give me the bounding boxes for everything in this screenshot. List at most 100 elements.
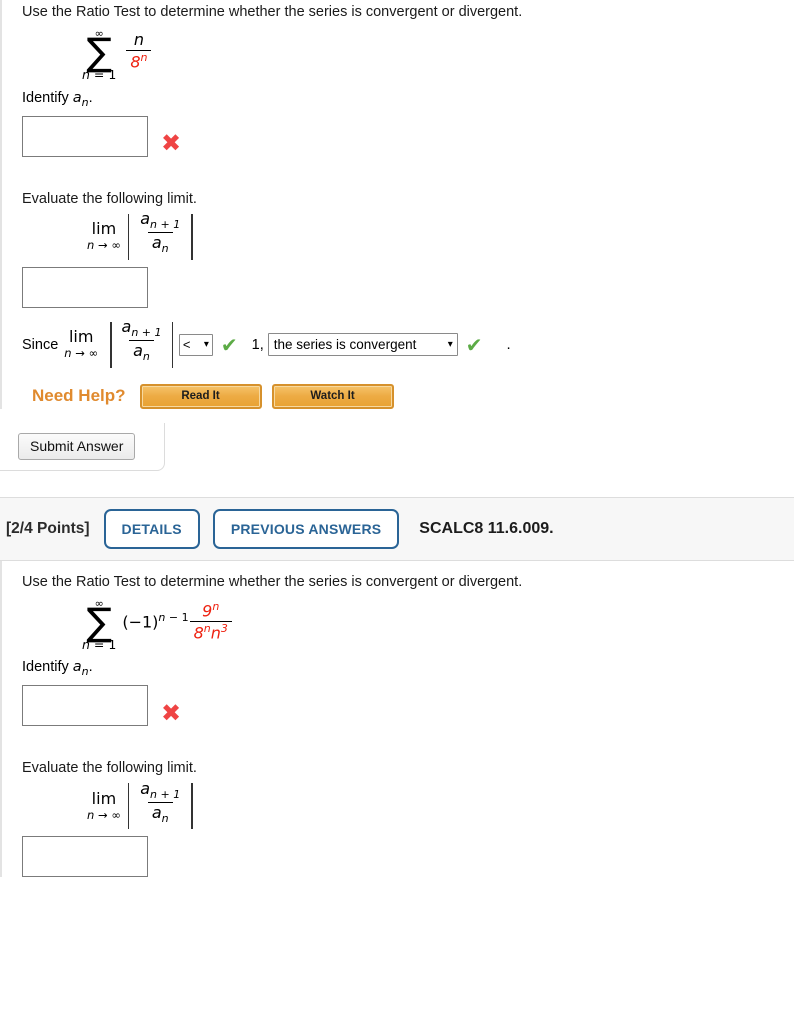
problem-2-body: Use the Ratio Test to determine whether … <box>0 560 794 878</box>
limit-subscript: n → ∞ <box>87 240 121 252</box>
ratio-num-var: a <box>140 209 151 229</box>
problem-2-header: [2/4 Points] DETAILS PREVIOUS ANSWERS SC… <box>0 496 794 561</box>
numerator-base-2: 9 <box>202 600 213 620</box>
limit-subscript-2: n → ∞ <box>87 807 121 822</box>
series-term-fraction: n 8n <box>126 30 152 72</box>
since-limit-arrow: → <box>71 346 89 361</box>
problem-1-series-expression: ∞ ∑ n = 1 n 8n <box>22 22 794 88</box>
conclusion-value: the series is convergent <box>273 337 417 353</box>
identify-text-2: Identify <box>22 659 73 676</box>
since-limit-var: n <box>64 346 72 361</box>
points-badge: [2/4 Points] <box>6 519 90 537</box>
identify-var-subscript: n <box>81 95 89 109</box>
den-base-n: n <box>210 622 221 642</box>
incorrect-x-icon: ✖ <box>161 129 182 158</box>
since-limit-operator: lim n → ∞ <box>64 329 98 360</box>
summation-symbol: ∞ ∑ n = 1 <box>82 28 116 82</box>
fraction-denominator-2: 8nn3 <box>189 620 232 643</box>
since-limit-subscript: n → ∞ <box>64 348 98 360</box>
comparator-value: < <box>182 337 191 353</box>
problem-1-need-help-row: Need Help? Read It Watch It <box>22 383 794 409</box>
identify-answer-input[interactable] <box>22 115 148 157</box>
problem-1-identify-label: Identify an. <box>22 90 794 109</box>
series-term-fraction-2: 9n 8nn3 <box>189 599 232 643</box>
limit-infinity: ∞ <box>111 238 121 253</box>
submit-answer-button[interactable]: Submit Answer <box>18 432 136 460</box>
fraction-denominator: 8n <box>126 49 152 72</box>
limit-infinity-2: ∞ <box>111 807 121 822</box>
summation-start-value: 1 <box>108 67 117 83</box>
problem-1-body: Use the Ratio Test to determine whether … <box>0 0 794 409</box>
problem-1-prompt: Use the Ratio Test to determine whether … <box>22 4 523 20</box>
summation-index-var-2: n <box>82 636 90 652</box>
abs-bar-right-2 <box>191 783 193 830</box>
limit-arrow: → <box>94 238 112 253</box>
prefix-exp-minus: − <box>165 611 182 625</box>
comparator-select[interactable]: < ▾ <box>178 333 213 356</box>
limit-answer-input-2[interactable] <box>22 836 148 878</box>
since-label: Since <box>22 336 59 353</box>
identify-text: Identify <box>22 89 73 106</box>
abs-bar-left-2 <box>127 783 130 830</box>
summation-lower-limit: n = 1 <box>82 67 117 83</box>
ratio-num-subscript-2: n + 1 <box>150 788 181 802</box>
since-ratio-denominator: an <box>129 340 154 364</box>
ratio-numerator: an + 1 <box>136 209 184 232</box>
conclusion-select[interactable]: the series is convergent ▾ <box>267 333 458 357</box>
limit-word: lim <box>91 219 117 239</box>
problem-2-evaluate-prompt: Evaluate the following limit. <box>22 760 197 777</box>
problem-2-identify-label: Identify an. <box>22 659 794 678</box>
problem-2-series-expression: ∞ ∑ n = 1 (−1)n − 1 9n 8nn3 <box>22 591 794 657</box>
summation-index-var: n <box>82 67 90 83</box>
since-abs-bar-right <box>171 321 173 368</box>
denominator-exponent: n <box>140 50 148 64</box>
sigma-icon: ∑ <box>86 30 112 75</box>
chevron-down-icon-2: ▾ <box>447 339 453 351</box>
comparator-correct-check-icon: ✔ <box>220 332 238 357</box>
prefix-minus-one: −1 <box>128 612 153 632</box>
problem-2-limit-answer-row <box>22 836 794 878</box>
den-base-8: 8 <box>193 622 204 642</box>
since-period: . <box>506 336 511 354</box>
problem-1-submit-container: Submit Answer <box>0 422 165 471</box>
identify-period: . <box>88 89 93 106</box>
details-button[interactable]: DETAILS <box>103 508 200 549</box>
fraction-numerator: n <box>133 30 144 50</box>
problem-2-limit-expression: lim n → ∞ an + 1 an <box>22 778 794 834</box>
ratio-num-subscript: n + 1 <box>150 218 181 232</box>
problem-2-prompt: Use the Ratio Test to determine whether … <box>22 573 523 590</box>
previous-answers-button[interactable]: PREVIOUS ANSWERS <box>212 508 400 549</box>
summation-eq-2: = <box>89 636 109 652</box>
numerator-exponent-2: n <box>212 599 220 613</box>
limit-answer-input[interactable] <box>22 266 148 308</box>
read-it-button[interactable]: Read It <box>139 383 262 409</box>
limit-ratio-fraction-2: an + 1 an <box>136 778 184 826</box>
limit-operator: lim n → ∞ <box>87 221 121 252</box>
abs-bar-left <box>127 213 130 260</box>
ratio-den-var-2: a <box>151 802 162 822</box>
since-den-subscript: n <box>142 350 150 364</box>
identify-var: a <box>72 89 82 106</box>
chevron-down-icon: ▾ <box>203 339 209 351</box>
section-gap <box>0 470 794 497</box>
ratio-den-var: a <box>151 233 162 253</box>
den-exp-3: 3 <box>220 621 228 635</box>
watch-it-button[interactable]: Watch It <box>271 383 394 409</box>
since-limit-infinity: ∞ <box>88 346 99 361</box>
problem-1-evaluate-prompt: Evaluate the following limit. <box>22 190 197 207</box>
alternating-sign-factor: (−1)n − 1 <box>122 611 188 631</box>
ratio-denominator: an <box>147 232 173 256</box>
incorrect-x-icon-2: ✖ <box>161 698 182 727</box>
summation-start-value-2: 1 <box>108 636 117 652</box>
prefix-exp-one: 1 <box>181 611 189 625</box>
limit-word-2: lim <box>91 788 117 808</box>
since-num-subscript: n + 1 <box>131 326 162 340</box>
fraction-numerator-2: 9n <box>198 599 223 621</box>
limit-arrow-2: → <box>94 807 112 822</box>
identify-var-2: a <box>72 659 82 676</box>
identify-answer-input-2[interactable] <box>22 685 148 727</box>
problem-1-limit-answer-row <box>22 266 794 308</box>
ratio-num-var-2: a <box>140 778 151 798</box>
abs-bar-right <box>191 213 193 260</box>
ratio-den-subscript: n <box>161 242 169 256</box>
